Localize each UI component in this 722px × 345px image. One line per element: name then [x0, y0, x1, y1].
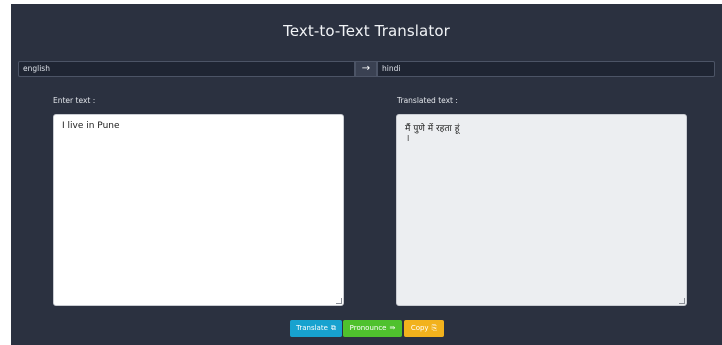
target-language-select[interactable]: hindi	[377, 61, 715, 77]
input-textarea[interactable]: I live in Pune	[53, 114, 344, 306]
action-buttons: Translate ⧉ Pronounce ⇛ Copy ⎘	[11, 320, 722, 337]
language-bar: english → hindi	[18, 61, 715, 77]
pronounce-button-label: Pronounce	[349, 324, 387, 332]
output-text: मैं पुणे में रहता हूं	[405, 124, 460, 134]
pronounce-button[interactable]: Pronounce ⇛	[343, 320, 402, 337]
translate-button[interactable]: Translate ⧉	[290, 320, 342, 337]
source-language-select[interactable]: english	[18, 61, 355, 77]
input-label: Enter text :	[53, 96, 96, 105]
translator-app: Text-to-Text Translator english → hindi …	[11, 4, 722, 345]
resize-handle[interactable]	[679, 298, 685, 304]
copy-button[interactable]: Copy ⎘	[404, 320, 444, 337]
resize-handle[interactable]	[336, 298, 342, 304]
translate-icon: ⧉	[330, 324, 336, 332]
copy-button-label: Copy	[410, 324, 429, 332]
copy-icon: ⎘	[431, 324, 438, 332]
output-textarea[interactable]: मैं पुणे में रहता हूं I	[396, 114, 687, 306]
text-cursor: I	[407, 134, 410, 143]
translate-button-label: Translate	[296, 324, 328, 332]
input-text: I live in Pune	[62, 121, 120, 131]
arrow-right-icon: →	[361, 63, 371, 74]
arrow-right-icon: ⇛	[389, 324, 396, 332]
output-label: Translated text :	[397, 96, 458, 105]
page-title: Text-to-Text Translator	[283, 22, 450, 40]
swap-languages-button[interactable]: →	[355, 61, 377, 77]
